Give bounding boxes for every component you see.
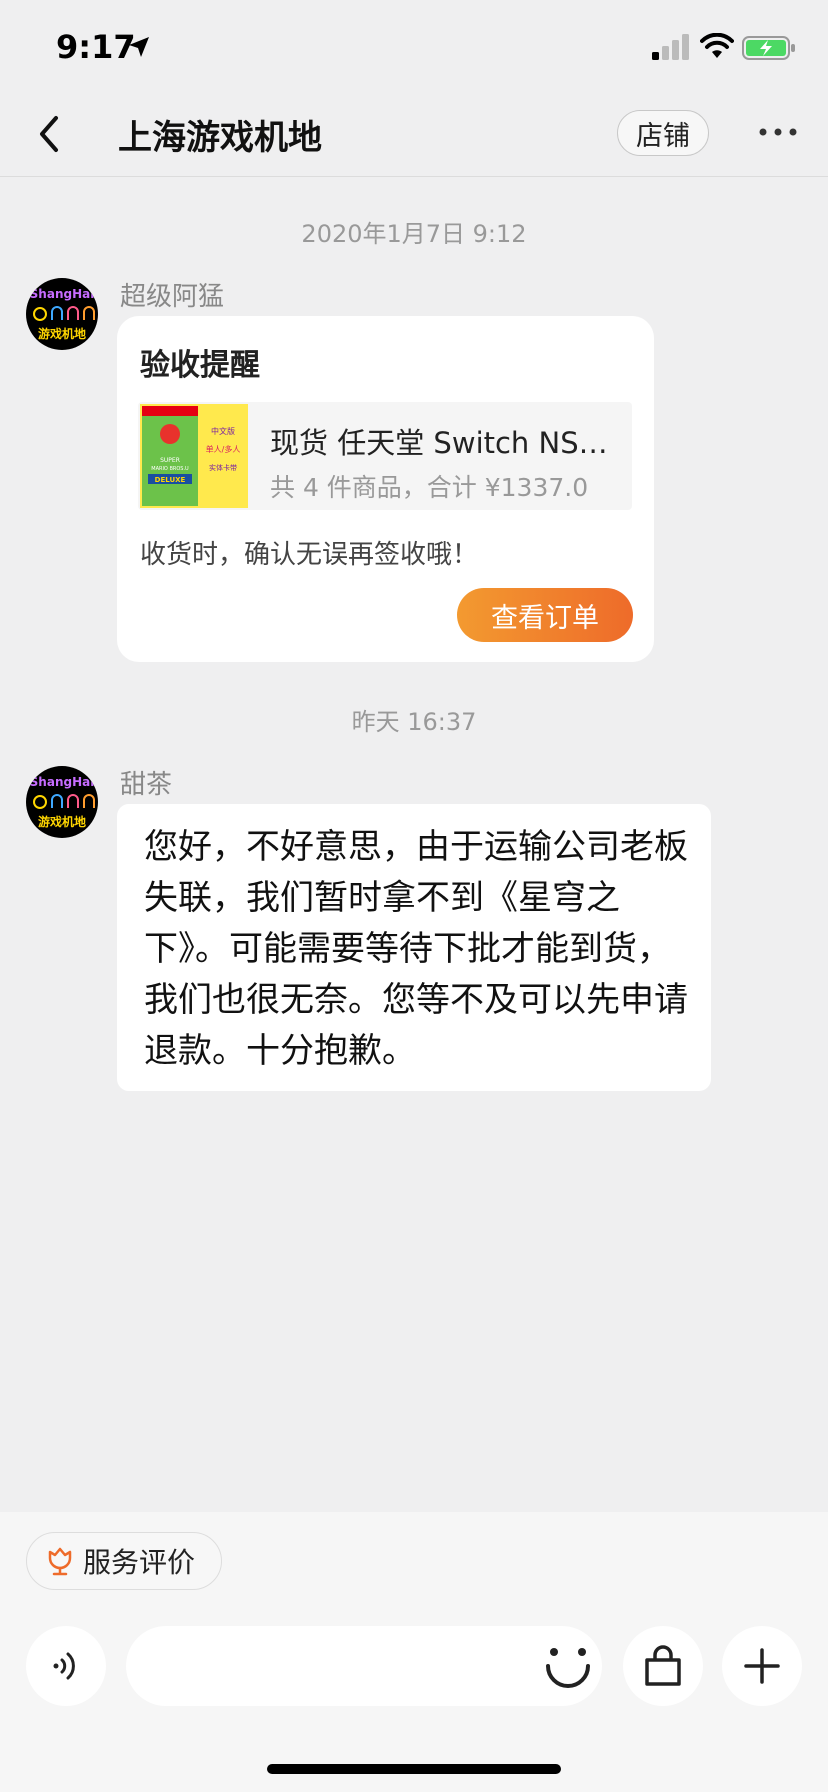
avatar-bottom-text: 游戏机地 — [38, 814, 86, 829]
emoji-icon[interactable] — [538, 1638, 598, 1694]
message-text: 您好，不好意思，由于运输公司老板失联，我们暂时拿不到《星穹之下》。可能需要等待下… — [144, 827, 688, 1071]
shop-button[interactable]: 店铺 — [617, 110, 709, 156]
location-arrow-icon — [129, 37, 149, 57]
product-image-badge-3: 实体卡带 — [209, 463, 237, 472]
product-image-edition: DELUXE — [155, 476, 186, 484]
home-indicator — [267, 1764, 561, 1774]
avatar-bottom-text: 游戏机地 — [38, 326, 86, 341]
product-image-title: MARIO BROS.U — [151, 466, 189, 472]
product-image-badge-2: 单人/多人 — [206, 444, 241, 454]
avatar[interactable]: ShangHai 游戏机地 — [26, 766, 98, 838]
message-input[interactable] — [154, 1640, 528, 1694]
avatar[interactable]: ShangHai 游戏机地 — [26, 278, 98, 350]
view-order-button[interactable]: 查看订单 — [457, 588, 633, 642]
card-note: 收货时，确认无误再签收哦！ — [140, 540, 479, 570]
sender-name: 甜茶 — [120, 770, 173, 800]
review-icon — [48, 1547, 72, 1576]
service-review-button[interactable]: 服务评价 — [26, 1532, 222, 1590]
status-time: 9:17 — [56, 28, 136, 66]
service-review-label: 服务评价 — [83, 1546, 196, 1579]
product-image-brand: SUPER — [160, 457, 180, 464]
cellular-signal-icon — [652, 34, 689, 60]
more-actions-button[interactable] — [722, 1626, 802, 1706]
card-title: 验收提醒 — [140, 348, 260, 383]
voice-icon — [53, 1652, 75, 1680]
message-input-wrap — [126, 1626, 602, 1706]
plus-icon — [744, 1648, 780, 1684]
shopping-bag-icon — [645, 1645, 681, 1686]
battery-icon — [742, 36, 795, 60]
avatar-logo-text: ShangHai — [30, 775, 95, 789]
product-image-badge-1: 中文版 — [211, 426, 235, 436]
voice-button[interactable] — [26, 1626, 106, 1706]
back-icon[interactable] — [34, 112, 64, 156]
shopping-bag-button[interactable] — [623, 1626, 703, 1706]
page-title: 上海游戏机地 — [118, 118, 322, 158]
timestamp: 2020年1月7日 9:12 — [301, 220, 527, 248]
more-icon[interactable] — [758, 124, 798, 140]
product-image: SUPER MARIO BROS.U DELUXE 中文版 单人/多人 实体卡带 — [140, 404, 248, 508]
wifi-icon — [700, 33, 734, 58]
product-name: 现货 任天堂 Switch NS 新超级马里奥兄弟U 豪华版 — [270, 426, 615, 460]
product-summary: 共 4 件商品，合计 ¥1337.0 — [270, 473, 589, 502]
avatar-logo-text: ShangHai — [30, 287, 95, 301]
timestamp: 昨天 16:37 — [351, 708, 477, 736]
sender-name: 超级阿猛 — [120, 282, 225, 312]
